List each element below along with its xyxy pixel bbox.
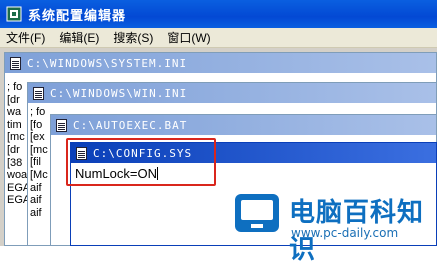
menu-bar: 文件(F) 编辑(E) 搜索(S) 窗口(W) bbox=[0, 28, 437, 48]
text-line: aif bbox=[30, 206, 42, 219]
text-line: ; fo bbox=[30, 106, 46, 118]
document-title: C:\WINDOWS\WIN.INI bbox=[50, 86, 188, 100]
menu-file[interactable]: 文件(F) bbox=[0, 29, 53, 46]
document-icon bbox=[10, 56, 21, 70]
monitor-icon bbox=[235, 194, 279, 232]
document-title: C:\AUTOEXEC.BAT bbox=[73, 118, 188, 132]
title-bar: 系统配置编辑器 bbox=[0, 0, 437, 28]
annotation-highlight-box bbox=[66, 138, 216, 186]
text-line: aif bbox=[30, 181, 42, 194]
document-titlebar-system-ini[interactable]: C:\WINDOWS\SYSTEM.INI bbox=[5, 53, 436, 73]
text-line: [ex bbox=[30, 131, 45, 144]
app-icon bbox=[6, 6, 22, 22]
document-title: C:\WINDOWS\SYSTEM.INI bbox=[27, 56, 188, 70]
document-text-win-ini[interactable]: ; fo [fo [ex [mc [fil [Mc aif aif aif bbox=[30, 106, 48, 219]
text-line: [Mc bbox=[30, 168, 48, 181]
menu-edit[interactable]: 编辑(E) bbox=[53, 29, 107, 46]
document-titlebar-win-ini[interactable]: C:\WINDOWS\WIN.INI bbox=[28, 83, 436, 103]
document-icon bbox=[33, 86, 44, 100]
text-line: [mc bbox=[30, 143, 48, 156]
text-line: [fo bbox=[30, 118, 43, 131]
watermark: 电脑百科知识 www.pc-daily.com bbox=[225, 186, 437, 265]
menu-window[interactable]: 窗口(W) bbox=[161, 29, 218, 46]
window-title: 系统配置编辑器 bbox=[28, 7, 127, 23]
menu-search[interactable]: 搜索(S) bbox=[107, 29, 161, 46]
document-titlebar-autoexec-bat[interactable]: C:\AUTOEXEC.BAT bbox=[51, 115, 436, 135]
document-icon bbox=[56, 118, 67, 132]
text-line: aif bbox=[30, 194, 42, 207]
watermark-url: www.pc-daily.com bbox=[291, 226, 399, 240]
text-line: [fil bbox=[30, 156, 41, 169]
